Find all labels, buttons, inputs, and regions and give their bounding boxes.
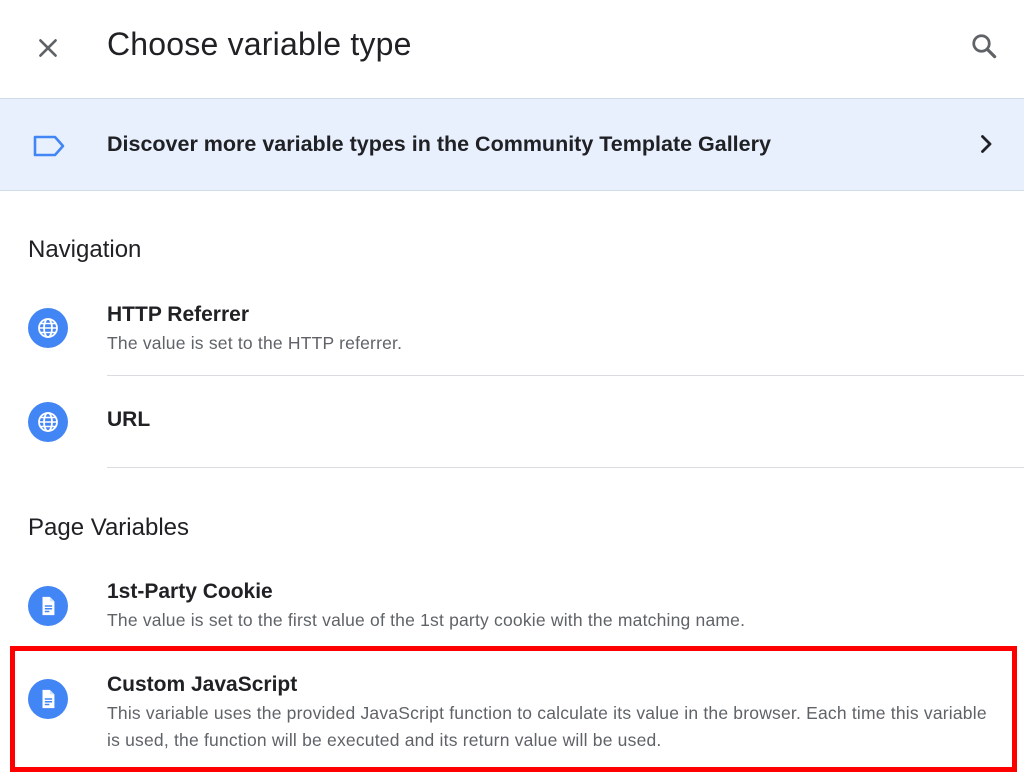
item-title: URL [107,408,151,431]
item-title: 1st-Party Cookie [107,580,273,603]
item-title: HTTP Referrer [107,303,249,326]
dialog-title: Choose variable type [107,26,412,62]
tag-icon [33,135,65,157]
chevron-right-icon [981,135,992,153]
item-description: The value is set to the first value of t… [107,610,746,630]
community-gallery-banner[interactable]: Discover more variable types in the Comm… [0,98,1024,191]
variable-type-http-referrer[interactable]: HTTP Referrer The value is set to the HT… [0,290,1024,376]
document-icon [28,586,68,626]
variable-type-1st-party-cookie[interactable]: 1st-Party Cookie The value is set to the… [0,568,1024,646]
section-heading-page-variables: Page Variables [28,514,189,541]
item-description: The value is set to the HTTP referrer. [107,333,403,353]
item-description: This variable uses the provided JavaScri… [107,703,987,750]
divider [107,467,1024,468]
section-heading-navigation: Navigation [28,236,142,263]
variable-type-url[interactable]: URL [0,376,1024,467]
search-button[interactable] [962,24,1006,68]
close-button[interactable] [28,28,68,68]
search-icon [972,34,997,59]
globe-icon [28,402,68,442]
close-icon [39,39,57,57]
item-title: Custom JavaScript [107,673,298,696]
variable-type-custom-javascript[interactable]: Custom JavaScript This variable uses the… [0,646,1024,772]
document-icon [28,679,68,719]
banner-text: Discover more variable types in the Comm… [107,132,771,156]
globe-icon [28,308,68,348]
dialog-header: Choose variable type [0,0,1024,98]
